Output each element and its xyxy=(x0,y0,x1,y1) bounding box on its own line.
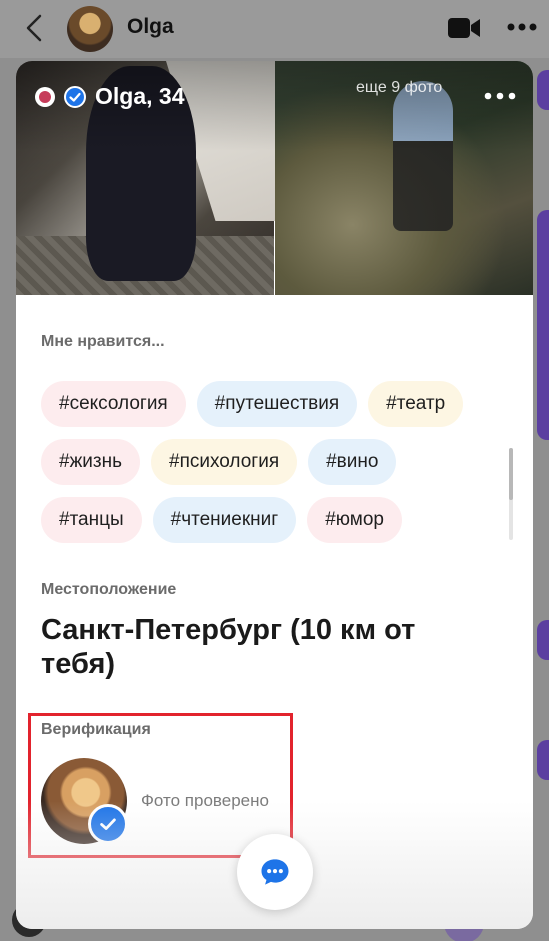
chat-header: Olga xyxy=(0,0,549,58)
tag-row: #танцы #чтениекниг #юмор xyxy=(41,497,511,543)
verified-badge-icon xyxy=(64,86,86,108)
chat-bubble-icon xyxy=(261,859,289,885)
verification-label: Верификация xyxy=(41,721,151,738)
chat-contact-name[interactable]: Olga xyxy=(127,15,174,39)
interest-tag[interactable]: #танцы xyxy=(41,497,142,543)
back-chevron-icon[interactable] xyxy=(22,13,46,43)
chat-more-icon[interactable] xyxy=(506,18,538,36)
background-chat-bubble xyxy=(537,620,549,660)
interest-tag[interactable]: #путешествия xyxy=(196,381,358,427)
tag-row: #жизнь #психология #вино xyxy=(41,439,511,485)
more-options-icon[interactable] xyxy=(484,91,516,101)
profile-title: Olga, 34 xyxy=(95,83,185,109)
interest-tag[interactable]: #театр xyxy=(368,381,464,427)
background-chat-bubble xyxy=(537,70,549,110)
interest-tag[interactable]: #вино xyxy=(308,439,397,485)
chat-button[interactable] xyxy=(237,834,313,910)
profile-photos[interactable]: Olga, 34 еще 9 фото xyxy=(16,61,533,295)
scrollbar-thumb[interactable] xyxy=(509,448,513,500)
interest-tag[interactable]: #сексология xyxy=(41,381,186,427)
interest-tag[interactable]: #психология xyxy=(151,439,298,485)
location-value: Санкт-Петербург (10 км от тебя) xyxy=(41,614,416,680)
profile-card: Olga, 34 еще 9 фото Мне нравится... #сек… xyxy=(16,61,533,929)
interest-tags: #сексология #путешествия #театр #жизнь #… xyxy=(41,381,511,555)
more-photos-label[interactable]: еще 9 фото xyxy=(356,79,442,97)
activity-badge-icon xyxy=(35,87,55,107)
tag-row: #сексология #путешествия #театр xyxy=(41,381,511,427)
location-label: Местоположение xyxy=(41,581,177,598)
interests-label: Мне нравится... xyxy=(41,333,165,350)
chat-avatar[interactable] xyxy=(67,6,113,52)
interest-tag[interactable]: #жизнь xyxy=(41,439,140,485)
background-chat-bubble xyxy=(537,740,549,780)
verification-status: Фото проверено xyxy=(141,791,269,810)
interest-tag[interactable]: #чтениекниг xyxy=(152,497,297,543)
video-camera-icon[interactable] xyxy=(447,16,481,40)
interest-tag[interactable]: #юмор xyxy=(307,497,403,543)
verified-check-icon xyxy=(88,804,128,844)
background-chat-bubble xyxy=(537,210,549,440)
